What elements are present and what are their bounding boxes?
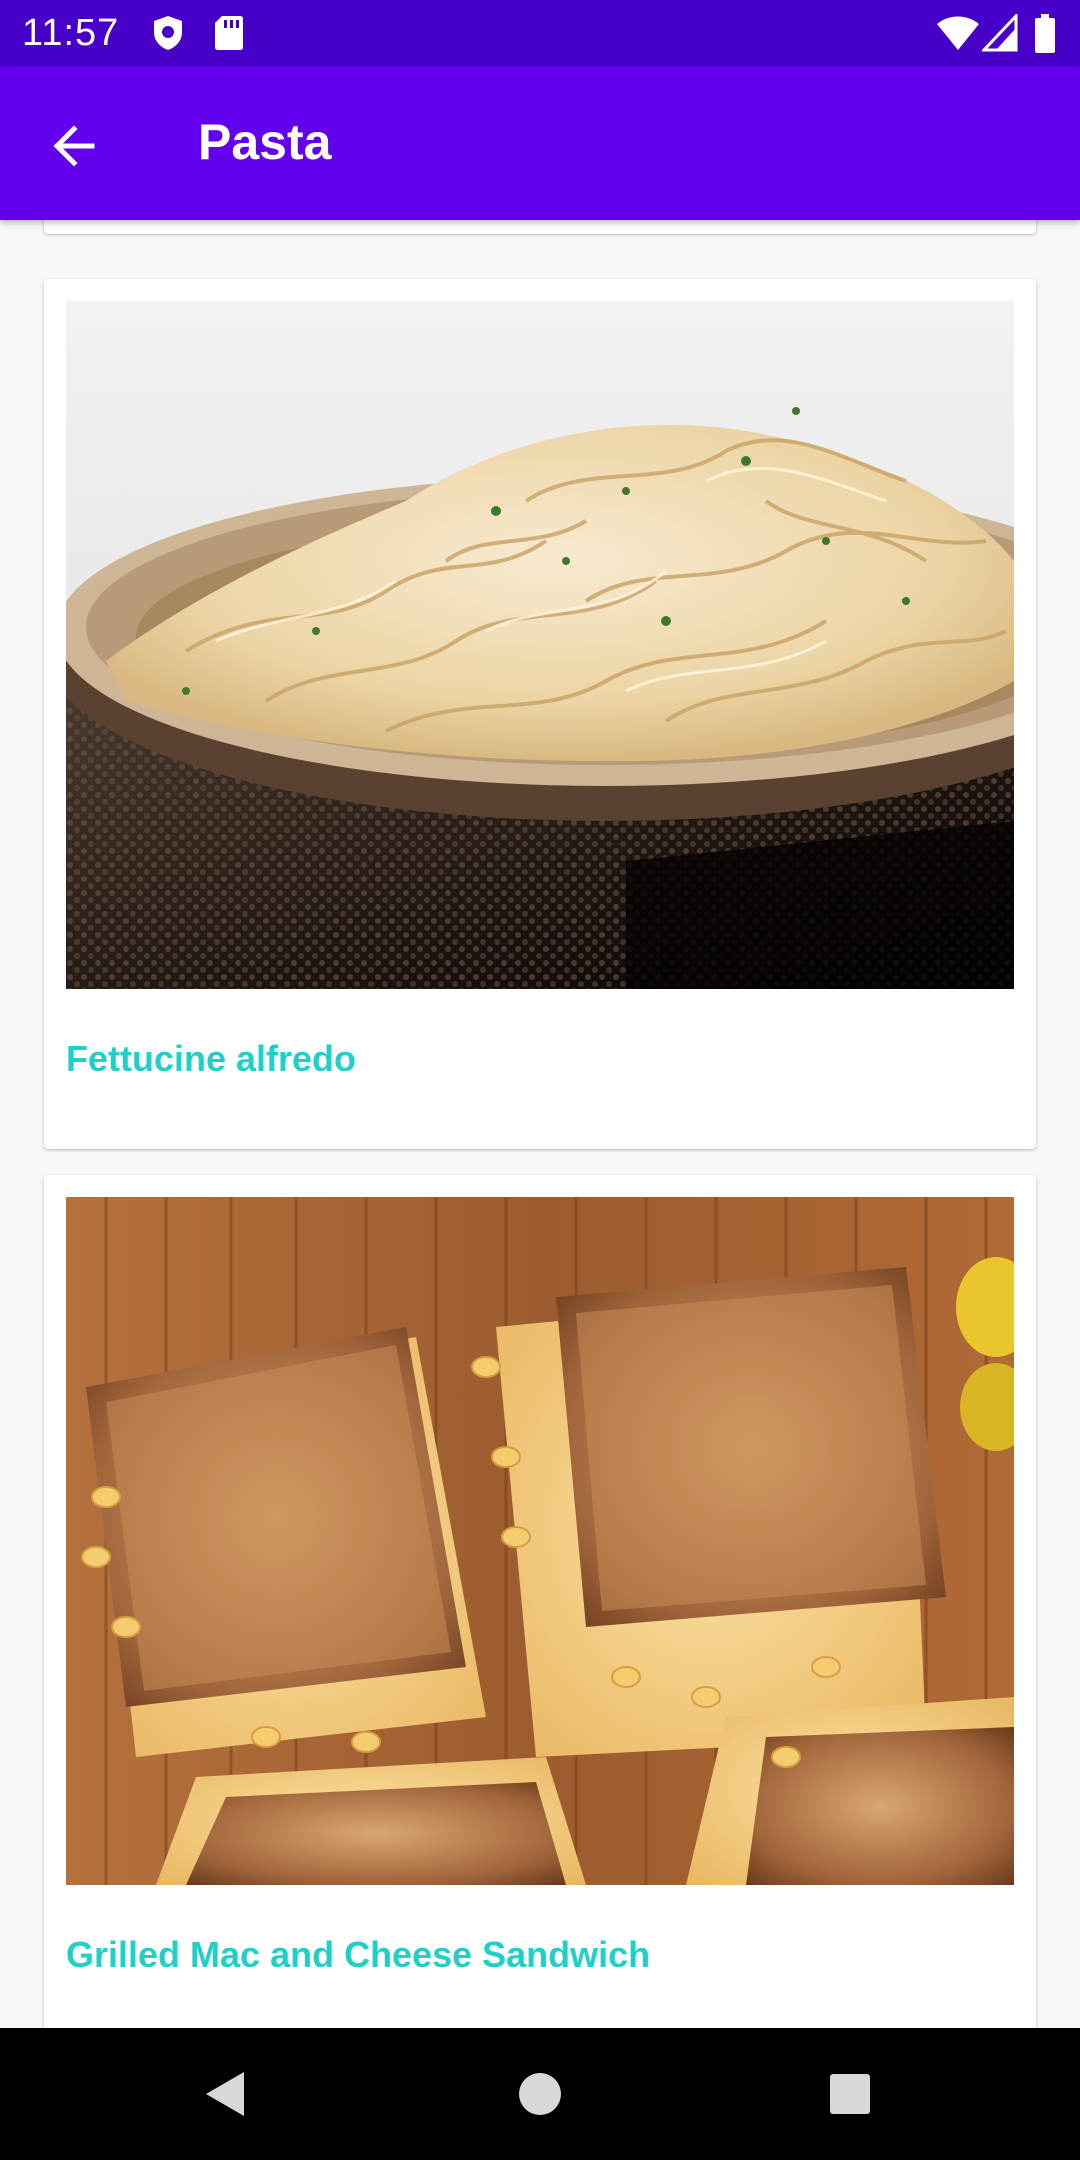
recipe-title: Grilled Mac and Cheese Sandwich [66, 1934, 651, 1975]
recipe-card-partial[interactable] [44, 220, 1036, 234]
recipe-image [66, 301, 1014, 989]
shield-icon [154, 16, 182, 50]
grilled-mac-cheese-sandwich-photo [66, 1197, 1014, 1885]
recipe-card[interactable]: Fettucine alfredo [44, 279, 1036, 1149]
back-triangle-icon[interactable] [196, 2064, 256, 2124]
battery-icon [1035, 14, 1055, 53]
recipe-title: Fettucine alfredo [66, 1038, 357, 1079]
screen: 11:57 Pasta Fettucine alfredo Grilled Ma… [0, 0, 1080, 2160]
recipe-image [66, 1197, 1014, 1885]
sd-card-icon [215, 16, 243, 50]
fettuccine-alfredo-photo [66, 301, 1014, 989]
status-bar: 11:57 [0, 0, 1080, 66]
status-time: 11:57 [22, 12, 120, 54]
back-button[interactable] [40, 109, 110, 179]
recipe-list[interactable]: Fettucine alfredo Grilled Mac and Cheese… [0, 220, 1080, 2028]
arrow-back-icon [53, 125, 95, 167]
page-title: Pasta [198, 114, 332, 170]
home-circle-icon[interactable] [510, 2064, 570, 2124]
recents-square-icon[interactable] [820, 2064, 880, 2124]
system-nav-bar [0, 2028, 1080, 2160]
app-bar: Pasta [0, 66, 1080, 220]
wifi-icon [937, 16, 979, 50]
recipe-card[interactable]: Grilled Mac and Cheese Sandwich [44, 1175, 1036, 2028]
cellular-signal-icon [982, 14, 1018, 52]
